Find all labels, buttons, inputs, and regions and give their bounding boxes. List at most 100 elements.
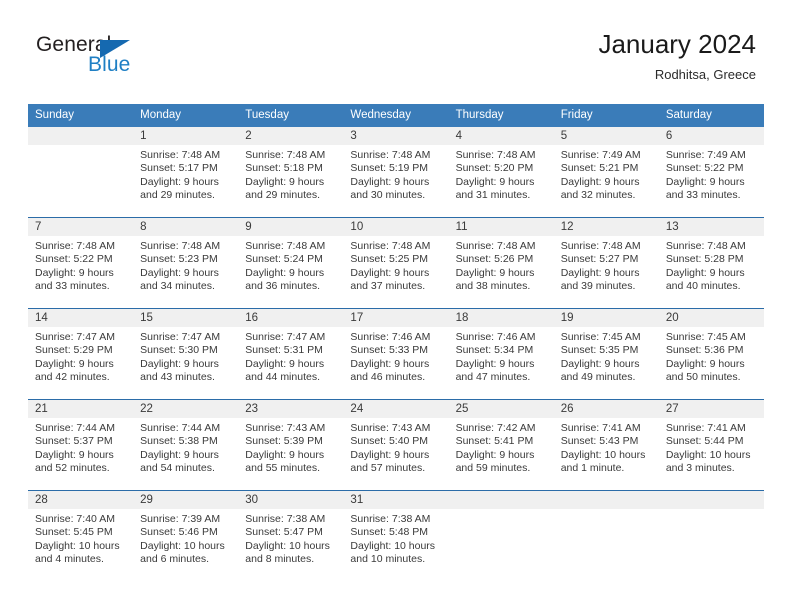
sunset-time: Sunset: 5:22 PM: [665, 162, 744, 175]
weekday-header-wednesday: Wednesday: [343, 104, 449, 127]
daylight-duration-line1: Daylight: 9 hours: [140, 266, 219, 279]
day-cell-inner: 19 Sunrise: 7:45 AM Sunset: 5:35 PM Dayligh…: [553, 309, 659, 399]
day-cell-inner: 10 Sunrise: 7:48 AM Sunset: 5:25 PM Dayligh…: [343, 218, 449, 308]
day-number: 2: [238, 127, 344, 145]
calendar-day-cell[interactable]: 29 Sunrise: 7:39 AM Sunset: 5:46 PM Dayligh…: [133, 490, 239, 581]
day-number: 14: [28, 309, 134, 327]
calendar-day-cell[interactable]: 16 Sunrise: 7:47 AM Sunset: 5:31 PM Dayligh…: [238, 308, 344, 400]
day-number: 11: [448, 218, 554, 236]
daylight-duration-line1: Daylight: 9 hours: [455, 357, 535, 370]
day-cell-inner: [658, 491, 764, 581]
daylight-duration-line1: Daylight: 10 hours: [140, 539, 225, 552]
sunrise-time: Sunrise: 7:48 AM: [350, 240, 431, 252]
day-details: Sunrise: 7:46 AM Sunset: 5:34 PM Daylight:…: [449, 327, 554, 385]
calendar-page: General Blue January 2024 Rodhitsa, Gree…: [0, 0, 792, 612]
day-details: Sunrise: 7:48 AM Sunset: 5:17 PM Daylight:…: [133, 145, 238, 203]
day-cell-inner: [448, 491, 554, 581]
calendar-day-cell[interactable]: 15 Sunrise: 7:47 AM Sunset: 5:30 PM Dayligh…: [133, 308, 239, 400]
daylight-duration-line1: Daylight: 10 hours: [245, 539, 330, 552]
calendar-day-cell[interactable]: 24 Sunrise: 7:43 AM Sunset: 5:40 PM Dayligh…: [343, 399, 449, 491]
calendar-day-cell[interactable]: 31 Sunrise: 7:38 AM Sunset: 5:48 PM Dayligh…: [343, 490, 449, 581]
page-header: General Blue January 2024 Rodhitsa, Gree…: [0, 0, 792, 100]
daylight-duration-line2: and 33 minutes.: [35, 280, 110, 293]
daylight-duration-line2: and 30 minutes.: [350, 189, 426, 202]
day-cell-inner: 4 Sunrise: 7:48 AM Sunset: 5:20 PM Daylight…: [448, 127, 554, 217]
calendar-day-cell[interactable]: 17 Sunrise: 7:46 AM Sunset: 5:33 PM Dayligh…: [343, 308, 449, 400]
calendar-day-cell[interactable]: 3 Sunrise: 7:48 AM Sunset: 5:19 PM Daylight…: [343, 127, 449, 218]
daylight-duration-line2: and 1 minute.: [560, 462, 625, 475]
calendar-day-cell[interactable]: 18 Sunrise: 7:46 AM Sunset: 5:34 PM Dayligh…: [448, 308, 554, 400]
sunrise-time: Sunrise: 7:45 AM: [560, 331, 641, 343]
location-subtitle: Rodhitsa, Greece: [654, 67, 756, 82]
sunset-time: Sunset: 5:24 PM: [245, 253, 323, 266]
day-details: Sunrise: 7:49 AM Sunset: 5:22 PM Daylight:…: [659, 145, 764, 203]
calendar-day-cell[interactable]: 28 Sunrise: 7:40 AM Sunset: 5:45 PM Dayligh…: [28, 490, 134, 581]
day-number: 1: [133, 127, 239, 145]
page-title: January 2024: [598, 29, 756, 59]
day-details: Sunrise: 7:44 AM Sunset: 5:38 PM Daylight:…: [133, 418, 238, 476]
daylight-duration-line2: and 47 minutes.: [455, 371, 531, 384]
calendar-day-cell[interactable]: 25 Sunrise: 7:42 AM Sunset: 5:41 PM Dayligh…: [448, 399, 554, 491]
day-cell-inner: 24 Sunrise: 7:43 AM Sunset: 5:40 PM Dayligh…: [343, 400, 449, 490]
calendar-day-cell[interactable]: 8 Sunrise: 7:48 AM Sunset: 5:23 PM Daylight…: [133, 217, 239, 309]
calendar-day-cell[interactable]: 5 Sunrise: 7:49 AM Sunset: 5:21 PM Daylight…: [553, 127, 659, 218]
day-number: [553, 491, 659, 509]
calendar-day-cell[interactable]: 6 Sunrise: 7:49 AM Sunset: 5:22 PM Daylight…: [658, 127, 764, 218]
sunset-time: Sunset: 5:29 PM: [35, 344, 113, 357]
sunset-time: Sunset: 5:26 PM: [455, 253, 534, 266]
calendar-day-cell[interactable]: 7 Sunrise: 7:48 AM Sunset: 5:22 PM Daylight…: [28, 217, 134, 309]
day-cell-inner: 27 Sunrise: 7:41 AM Sunset: 5:44 PM Dayligh…: [658, 400, 764, 490]
calendar-day-cell[interactable]: 27 Sunrise: 7:41 AM Sunset: 5:44 PM Dayligh…: [658, 399, 764, 491]
day-number: 8: [133, 218, 239, 236]
daylight-duration-line2: and 49 minutes.: [560, 371, 636, 384]
daylight-duration-line2: and 44 minutes.: [245, 371, 320, 384]
daylight-duration-line2: and 54 minutes.: [140, 462, 215, 475]
brand-logo[interactable]: General Blue: [36, 33, 216, 83]
day-cell-inner: 7 Sunrise: 7:48 AM Sunset: 5:22 PM Daylight…: [28, 218, 134, 308]
daylight-duration-line2: and 8 minutes.: [245, 553, 315, 566]
day-number: 17: [343, 309, 449, 327]
day-cell-inner: 14 Sunrise: 7:47 AM Sunset: 5:29 PM Dayligh…: [28, 309, 134, 399]
day-details: Sunrise: 7:48 AM Sunset: 5:18 PM Daylight:…: [238, 145, 343, 203]
sunset-time: Sunset: 5:20 PM: [455, 162, 534, 175]
calendar-day-cell[interactable]: 21 Sunrise: 7:44 AM Sunset: 5:37 PM Dayligh…: [28, 399, 134, 491]
calendar-day-cell[interactable]: 13 Sunrise: 7:48 AM Sunset: 5:28 PM Dayligh…: [658, 217, 764, 309]
daylight-duration-line2: and 29 minutes.: [140, 189, 215, 202]
day-details: Sunrise: 7:39 AM Sunset: 5:46 PM Daylight:…: [133, 509, 238, 567]
calendar-day-cell[interactable]: 30 Sunrise: 7:38 AM Sunset: 5:47 PM Dayligh…: [238, 490, 344, 581]
day-cell-inner: 12 Sunrise: 7:48 AM Sunset: 5:27 PM Dayligh…: [553, 218, 659, 308]
day-details: Sunrise: 7:47 AM Sunset: 5:31 PM Daylight:…: [238, 327, 343, 385]
day-cell-inner: [553, 491, 659, 581]
calendar-day-cell[interactable]: 20 Sunrise: 7:45 AM Sunset: 5:36 PM Dayligh…: [658, 308, 764, 400]
daylight-duration-line1: Daylight: 9 hours: [665, 175, 745, 188]
day-number: [28, 127, 134, 145]
calendar-day-cell[interactable]: 2 Sunrise: 7:48 AM Sunset: 5:18 PM Daylight…: [238, 127, 344, 218]
day-cell-inner: 13 Sunrise: 7:48 AM Sunset: 5:28 PM Dayligh…: [658, 218, 764, 308]
calendar-day-cell[interactable]: 10 Sunrise: 7:48 AM Sunset: 5:25 PM Dayligh…: [343, 217, 449, 309]
daylight-duration-line1: Daylight: 9 hours: [35, 266, 114, 279]
calendar-day-cell[interactable]: 4 Sunrise: 7:48 AM Sunset: 5:20 PM Daylight…: [448, 127, 554, 218]
calendar-day-cell[interactable]: 23 Sunrise: 7:43 AM Sunset: 5:39 PM Dayligh…: [238, 399, 344, 491]
day-cell-inner: 9 Sunrise: 7:48 AM Sunset: 5:24 PM Daylight…: [238, 218, 344, 308]
day-details: Sunrise: 7:41 AM Sunset: 5:44 PM Daylight:…: [659, 418, 764, 476]
day-number: 7: [28, 218, 134, 236]
sunset-time: Sunset: 5:19 PM: [350, 162, 429, 175]
calendar-day-cell[interactable]: 1 Sunrise: 7:48 AM Sunset: 5:17 PM Daylight…: [133, 127, 239, 218]
daylight-duration-line2: and 32 minutes.: [560, 189, 636, 202]
calendar-day-cell[interactable]: 22 Sunrise: 7:44 AM Sunset: 5:38 PM Dayligh…: [133, 399, 239, 491]
calendar-day-cell[interactable]: 9 Sunrise: 7:48 AM Sunset: 5:24 PM Daylight…: [238, 217, 344, 309]
sunrise-time: Sunrise: 7:44 AM: [35, 422, 115, 434]
day-number: [448, 491, 554, 509]
sunset-time: Sunset: 5:23 PM: [140, 253, 218, 266]
daylight-duration-line2: and 40 minutes.: [665, 280, 741, 293]
calendar-day-cell[interactable]: 12 Sunrise: 7:48 AM Sunset: 5:27 PM Dayligh…: [553, 217, 659, 309]
daylight-duration-line2: and 38 minutes.: [455, 280, 531, 293]
daylight-duration-line1: Daylight: 9 hours: [245, 175, 325, 188]
calendar-day-cell[interactable]: 14 Sunrise: 7:47 AM Sunset: 5:29 PM Dayligh…: [28, 308, 134, 400]
day-cell-inner: [28, 127, 134, 217]
daylight-duration-line2: and 46 minutes.: [350, 371, 426, 384]
calendar-day-cell[interactable]: 19 Sunrise: 7:45 AM Sunset: 5:35 PM Dayligh…: [553, 308, 659, 400]
calendar-day-cell[interactable]: 11 Sunrise: 7:48 AM Sunset: 5:26 PM Dayligh…: [448, 217, 554, 309]
calendar-day-cell[interactable]: 26 Sunrise: 7:41 AM Sunset: 5:43 PM Dayligh…: [553, 399, 659, 491]
day-cell-inner: 2 Sunrise: 7:48 AM Sunset: 5:18 PM Daylight…: [238, 127, 344, 217]
